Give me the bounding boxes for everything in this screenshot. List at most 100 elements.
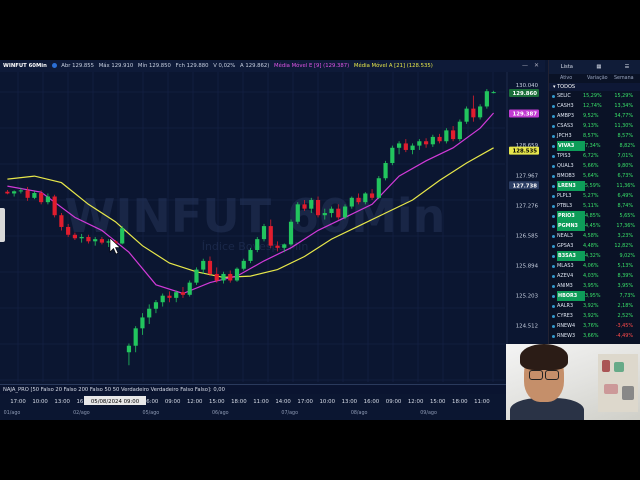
candle-up[interactable] <box>417 141 422 146</box>
col-variacao[interactable]: Variação <box>587 74 614 83</box>
side-panel-toggle[interactable] <box>0 208 5 242</box>
candle-up[interactable] <box>491 92 496 94</box>
watchlist-row[interactable]: RNEW3 3,66% -4,49% <box>549 331 640 341</box>
candle-up[interactable] <box>241 260 246 269</box>
candle-down[interactable] <box>315 199 321 216</box>
watchlist-row[interactable]: CYRE3 3,92% 2,52% <box>549 311 640 321</box>
candle-up[interactable] <box>133 328 138 346</box>
watchlist-row[interactable]: PTBL3 5,11% 8,74% <box>549 201 640 211</box>
candle-down[interactable] <box>167 295 172 298</box>
candle-up[interactable] <box>18 190 23 192</box>
candle-down[interactable] <box>5 191 10 194</box>
candle-up[interactable] <box>410 145 415 150</box>
candle-up[interactable] <box>45 196 50 203</box>
menu-icon[interactable]: ☰ <box>625 60 630 74</box>
candle-up[interactable] <box>329 208 334 214</box>
watchlist-row[interactable]: BMOB3 5,64% 6,73% <box>549 171 640 181</box>
watchlist-row[interactable]: LREN3 5,59% 11,36% <box>549 181 640 191</box>
candle-up[interactable] <box>349 197 354 207</box>
watchlist-row[interactable]: RNEW4 3,76% -3,45% <box>549 321 640 331</box>
grid-icon[interactable]: ▦ <box>596 60 601 74</box>
candle-up[interactable] <box>309 199 314 209</box>
candle-down[interactable] <box>207 260 213 274</box>
candle-down[interactable] <box>268 226 273 246</box>
candle-up[interactable] <box>147 308 152 318</box>
candle-up[interactable] <box>120 228 125 244</box>
candle-up[interactable] <box>457 121 462 140</box>
candle-up[interactable] <box>248 250 253 261</box>
candle-up[interactable] <box>79 236 84 239</box>
candle-up[interactable] <box>93 239 98 242</box>
col-semana[interactable]: Semana <box>614 74 640 83</box>
watchlist-row[interactable]: HBOR3 3,95% 7,73% <box>549 291 640 301</box>
candle-up[interactable] <box>484 91 489 107</box>
ma9-legend[interactable]: Média Móvel E [9] (129.387) <box>274 63 349 69</box>
candle-up[interactable] <box>396 143 402 148</box>
candle-down[interactable] <box>423 141 429 145</box>
watchlist-row[interactable]: PLPL3 5,27% 6,49% <box>549 191 640 201</box>
tab-lista[interactable]: Lista <box>561 60 573 74</box>
candle-up[interactable] <box>221 273 226 281</box>
candle-down[interactable] <box>99 239 105 243</box>
candle-down[interactable] <box>86 236 91 242</box>
candle-up[interactable] <box>32 193 37 198</box>
watchlist-row[interactable]: AALR3 3,92% 2,18% <box>549 301 640 311</box>
candle-down[interactable] <box>228 273 233 281</box>
watchlist-row[interactable]: PRIO3 4,85% 5,65% <box>549 211 640 221</box>
candle-down[interactable] <box>72 234 78 239</box>
indicator-label[interactable]: NAJA_PRO [50 Falso 20 Falso 200 Falso 50… <box>3 387 225 393</box>
time-axis[interactable]: 17:0010:0013:0016:0010:0013:0016:0009:00… <box>0 394 545 420</box>
chart-canvas[interactable]: WINFUT 60MinÍndice Bovespa Min130.040128… <box>0 72 545 382</box>
watchlist-row[interactable]: MLAS3 4,06% 5,13% <box>549 261 640 271</box>
candle-down[interactable] <box>336 208 341 218</box>
close-icon[interactable]: ✕ <box>534 62 539 70</box>
candlestick-chart[interactable]: WINFUT 60Min Índice Bovespa Min 130.040 128… <box>0 72 545 382</box>
watchlist-group[interactable]: ▾ TODOS <box>549 83 640 91</box>
watchlist-row[interactable]: PGMN3 4,45% 17,36% <box>549 221 640 231</box>
watchlist-row[interactable]: VIVA3 7,34% 8,82% <box>549 141 640 151</box>
candle-up[interactable] <box>295 204 300 222</box>
candle-up[interactable] <box>126 345 132 353</box>
candle-down[interactable] <box>214 273 219 281</box>
watchlist-row[interactable]: CASH3 12,74% 13,34% <box>549 101 640 111</box>
candle-down[interactable] <box>471 108 476 118</box>
ma21-legend[interactable]: Média Móvel A [21] (128.535) <box>354 63 433 69</box>
candle-up[interactable] <box>160 295 165 303</box>
candle-up[interactable] <box>12 191 17 194</box>
candle-up[interactable] <box>234 268 240 281</box>
candle-down[interactable] <box>39 193 44 203</box>
candle-up[interactable] <box>363 193 368 203</box>
candle-down[interactable] <box>369 193 375 198</box>
candle-up[interactable] <box>376 178 381 198</box>
watchlist-row[interactable]: NEAL3 4,58% 3,23% <box>549 231 640 241</box>
candle-up[interactable] <box>261 226 267 240</box>
candle-up[interactable] <box>342 206 348 218</box>
candle-down[interactable] <box>59 215 64 227</box>
candle-down[interactable] <box>25 190 30 198</box>
watchlist-row[interactable]: JPCH3 8,57% 8,57% <box>549 131 640 141</box>
candle-up[interactable] <box>174 292 179 298</box>
chart-symbol[interactable]: WINFUT 60Min <box>3 63 47 69</box>
candle-up[interactable] <box>383 163 388 179</box>
candle-up[interactable] <box>390 147 395 164</box>
candle-down[interactable] <box>403 143 408 150</box>
candle-up[interactable] <box>194 269 199 283</box>
candle-down[interactable] <box>275 245 280 248</box>
candle-up[interactable] <box>201 260 206 270</box>
candle-up[interactable] <box>187 282 192 295</box>
candle-up[interactable] <box>478 106 483 118</box>
candle-down[interactable] <box>302 204 307 209</box>
candle-down[interactable] <box>66 226 71 235</box>
watchlist-row[interactable]: B3SA3 4,32% 9,02% <box>549 251 640 261</box>
candle-down[interactable] <box>180 292 186 295</box>
watchlist-row[interactable]: TPIS3 6,72% 7,01% <box>549 151 640 161</box>
candle-up[interactable] <box>430 136 435 145</box>
watchlist-row[interactable]: AMBP3 9,52% 34,77% <box>549 111 640 121</box>
watchlist-row[interactable]: SELIC 15,29% 15,29% <box>549 91 640 101</box>
candle-up[interactable] <box>288 221 294 245</box>
candle-down[interactable] <box>52 196 57 216</box>
candle-up[interactable] <box>444 130 449 142</box>
candle-down[interactable] <box>451 130 456 140</box>
watchlist-row[interactable]: QUAL3 5,66% 9,80% <box>549 161 640 171</box>
candle-up[interactable] <box>464 108 469 122</box>
